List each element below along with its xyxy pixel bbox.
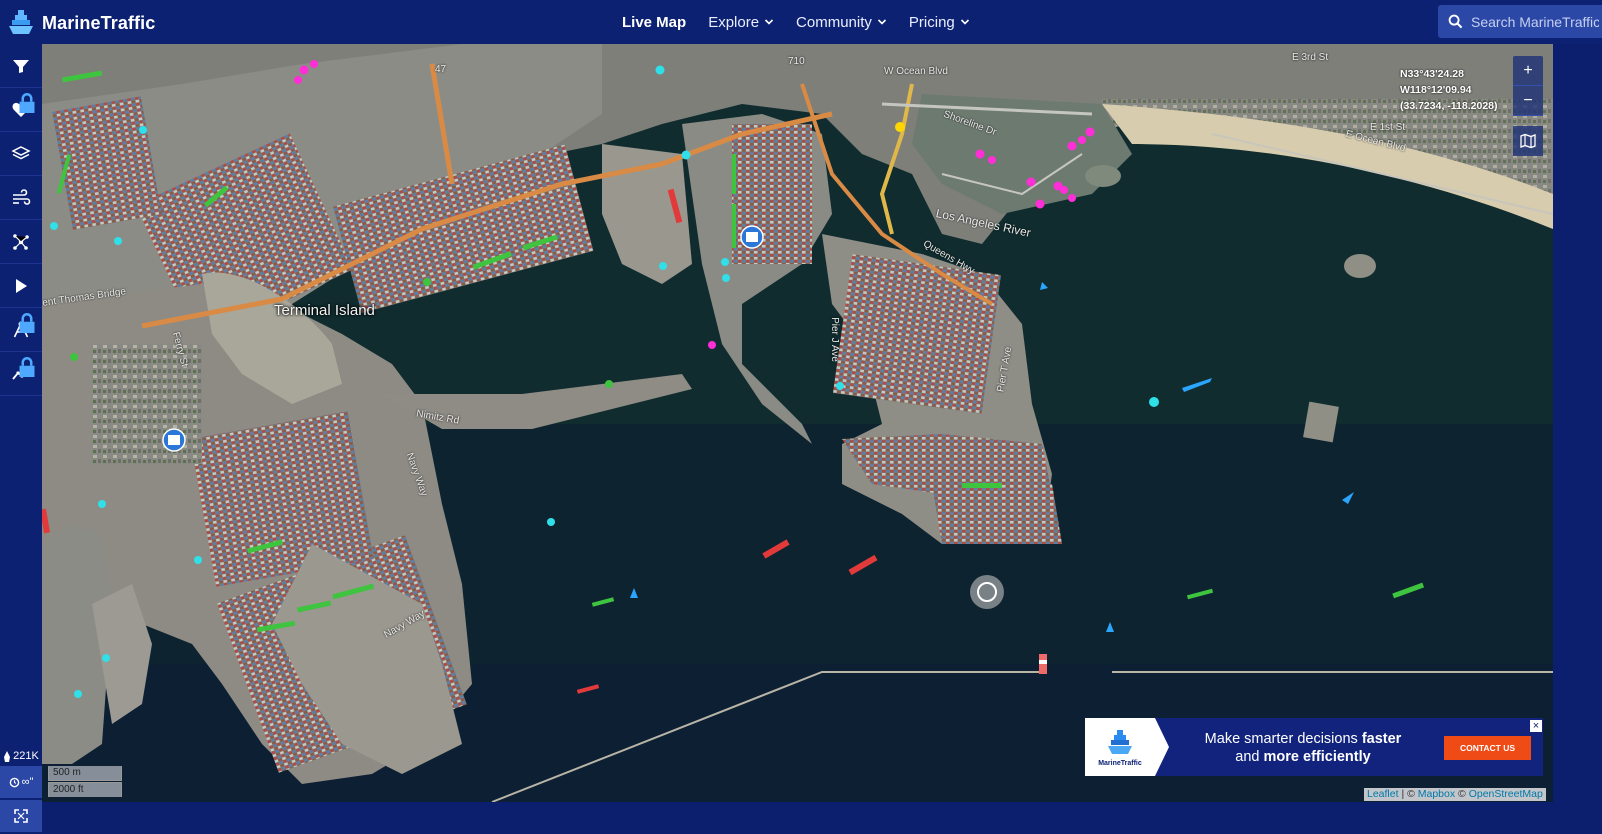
ad-close-button[interactable]: × bbox=[1529, 719, 1543, 733]
play-icon bbox=[16, 278, 27, 293]
label-e-first-st: E 1st St bbox=[1370, 122, 1406, 133]
sidebar-playback-button[interactable] bbox=[0, 264, 42, 308]
sidebar: 221K ∞" bbox=[0, 44, 42, 834]
ad-logo: MarineTraffic bbox=[1085, 718, 1155, 776]
ship-icon bbox=[4, 750, 11, 762]
sidebar-weather-button[interactable] bbox=[0, 176, 42, 220]
ship-logo-icon bbox=[9, 10, 33, 34]
logo-text: MarineTraffic bbox=[42, 12, 156, 33]
ad-line2: and bbox=[1235, 749, 1264, 765]
cursor-coordinates: N33°43'24.28 W118°12'09.94 (33.7234, -11… bbox=[1400, 66, 1498, 114]
logo[interactable]: MarineTraffic bbox=[6, 8, 155, 38]
search-box bbox=[1438, 5, 1602, 38]
nav-live-map[interactable]: Live Map bbox=[622, 14, 686, 31]
label-hwy-710: 710 bbox=[788, 56, 805, 67]
network-icon bbox=[13, 233, 29, 250]
map-scale: 500 m 2000 ft bbox=[48, 766, 122, 797]
osm-link[interactable]: OpenStreetMap bbox=[1469, 788, 1543, 800]
lock-icon bbox=[19, 93, 35, 113]
label-pier-j-ave: Pier J Ave bbox=[828, 317, 840, 362]
filter-icon bbox=[13, 59, 29, 73]
ad-line2-bold: more efficiently bbox=[1263, 749, 1371, 765]
timeline-label: ∞" bbox=[21, 776, 34, 788]
layers-icon bbox=[11, 145, 31, 159]
ad-line1-bold: faster bbox=[1361, 731, 1402, 747]
label-terminal-island: Terminal Island bbox=[274, 302, 375, 319]
map-attribution: Leaflet | © Mapbox © OpenStreetMap bbox=[1364, 788, 1546, 801]
scale-metric: 500 m bbox=[48, 766, 122, 781]
mapbox-link[interactable]: Mapbox bbox=[1418, 788, 1455, 800]
coord-lat: N33°43'24.28 bbox=[1400, 68, 1464, 80]
label-ocean-blvd: W Ocean Blvd bbox=[884, 66, 948, 77]
chevron-down-icon bbox=[960, 19, 969, 25]
attrib-sep-2: © bbox=[1455, 788, 1469, 800]
nav-live-map-label: Live Map bbox=[622, 13, 687, 31]
nav-community-label: Community bbox=[796, 13, 872, 31]
nav-explore[interactable]: Explore bbox=[708, 14, 774, 31]
sidebar-measure-button[interactable] bbox=[0, 308, 42, 352]
nav-pricing[interactable]: Pricing bbox=[909, 14, 970, 31]
nav-community[interactable]: Community bbox=[796, 14, 887, 31]
lock-icon bbox=[19, 313, 35, 333]
sidebar-fleets-button[interactable] bbox=[0, 88, 42, 132]
ad-line1: Make smarter decisions bbox=[1204, 731, 1362, 747]
ad-logo-text: MarineTraffic bbox=[1098, 759, 1142, 767]
nav-explore-label: Explore bbox=[708, 13, 760, 31]
map-canvas[interactable]: Terminal Island Los Angeles River W Ocea… bbox=[42, 44, 1553, 802]
lock-icon bbox=[19, 357, 35, 377]
sidebar-layers-button[interactable] bbox=[0, 132, 42, 176]
map-icon bbox=[1520, 133, 1536, 149]
zoom-out-button[interactable]: − bbox=[1513, 86, 1543, 116]
zoom-control: + − bbox=[1513, 56, 1543, 116]
sidebar-analytics-button[interactable] bbox=[0, 352, 42, 396]
wind-icon bbox=[13, 188, 31, 205]
satellite-basemap bbox=[42, 44, 1553, 802]
sidebar-density-button[interactable] bbox=[0, 220, 42, 264]
ad-chevron-divider bbox=[1155, 718, 1169, 776]
main-nav: Live Map Explore Community Pricing bbox=[622, 0, 970, 44]
sidebar-filters-button[interactable] bbox=[0, 44, 42, 88]
app-root: MarineTraffic Live Map Explore Community… bbox=[0, 0, 1602, 834]
timeline-button[interactable]: ∞" bbox=[0, 766, 42, 798]
map-layers-button[interactable] bbox=[1513, 126, 1543, 156]
coord-lon: W118°12'09.94 bbox=[1400, 84, 1472, 96]
vessel-count-value: 221K bbox=[13, 750, 39, 762]
label-hwy-47: 47 bbox=[435, 64, 447, 75]
contact-us-button[interactable]: CONTACT US bbox=[1444, 736, 1531, 760]
chevron-down-icon bbox=[877, 19, 886, 25]
chevron-down-icon bbox=[764, 19, 774, 25]
history-icon bbox=[9, 777, 19, 787]
leaflet-link[interactable]: Leaflet bbox=[1367, 788, 1399, 800]
attrib-sep-1: | © bbox=[1398, 788, 1418, 800]
sidebar-bottom: 221K ∞" bbox=[0, 746, 42, 834]
top-bar: MarineTraffic Live Map Explore Community… bbox=[0, 0, 1602, 44]
scale-imperial: 2000 ft bbox=[48, 782, 122, 797]
zoom-in-button[interactable]: + bbox=[1513, 56, 1543, 86]
search-icon bbox=[1448, 14, 1463, 29]
coord-decimal: (33.7234, -118.2028) bbox=[1400, 100, 1498, 112]
vessel-count: 221K bbox=[0, 746, 42, 766]
label-e-third-st: E 3rd St bbox=[1292, 52, 1329, 63]
ad-text: Make smarter decisions faster and more e… bbox=[1183, 730, 1423, 766]
expand-icon bbox=[14, 809, 28, 823]
ship-logo-icon bbox=[1108, 729, 1132, 754]
nav-pricing-label: Pricing bbox=[908, 13, 955, 31]
fullscreen-button[interactable] bbox=[0, 800, 42, 832]
search-input[interactable] bbox=[1471, 13, 1599, 30]
ad-banner[interactable]: MarineTraffic Make smarter decisions fas… bbox=[1085, 718, 1543, 776]
